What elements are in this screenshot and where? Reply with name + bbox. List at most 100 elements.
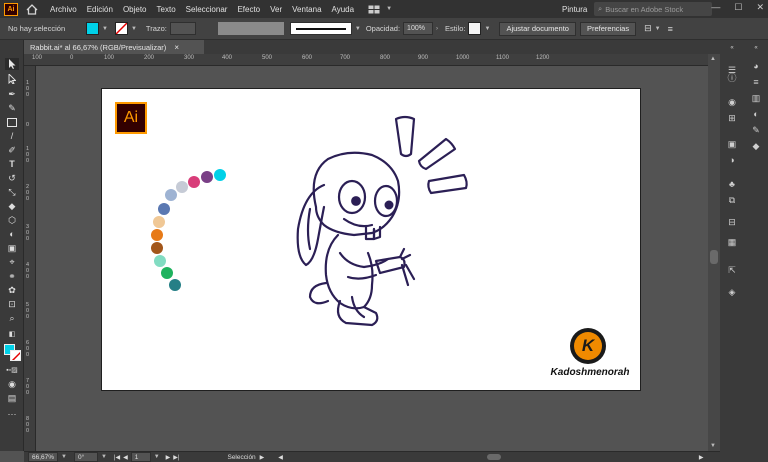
type-tool-icon[interactable]: T: [5, 158, 19, 170]
panel-menu-icon[interactable]: ≡: [668, 24, 673, 34]
zoom-tool-icon[interactable]: ⌕: [5, 312, 19, 324]
transform-icon[interactable]: ⊞: [726, 112, 738, 124]
close-tab-icon[interactable]: ×: [174, 43, 179, 52]
chevron-down-icon[interactable]: ▼: [61, 454, 67, 460]
menu-item-archivo[interactable]: Archivo: [50, 5, 77, 14]
graphic-styles-icon[interactable]: ◆: [750, 140, 762, 152]
default-colors-icon[interactable]: ◧: [5, 328, 19, 340]
chevron-down-icon[interactable]: ▼: [154, 454, 160, 460]
chevron-right-icon[interactable]: ›: [436, 26, 438, 32]
graphic-style-swatch[interactable]: [468, 22, 482, 35]
artboard-number-field[interactable]: 1: [130, 452, 151, 462]
menu-item-ayuda[interactable]: Ayuda: [332, 5, 355, 14]
vertical-scrollbar[interactable]: ▲ ▼: [708, 54, 720, 451]
chevron-down-icon[interactable]: ▼: [655, 26, 661, 32]
rotation-field[interactable]: 0°: [73, 452, 98, 462]
menu-item-efecto[interactable]: Efecto: [237, 5, 260, 14]
direct-selection-tool-icon[interactable]: [5, 73, 19, 85]
scroll-down-icon[interactable]: ▼: [710, 443, 716, 449]
color-mode-icons[interactable]: ▪▫▨: [5, 364, 19, 376]
scale-tool-icon[interactable]: ⤡: [5, 186, 19, 198]
blend-tool-icon[interactable]: ⚭: [5, 270, 19, 282]
export-icon[interactable]: ⇱: [726, 264, 738, 276]
pathfinder-icon[interactable]: ⧉: [726, 194, 738, 206]
layers-icon[interactable]: ◈: [726, 286, 738, 298]
curvature-tool-icon[interactable]: ✎: [5, 102, 19, 114]
selection-tool-icon[interactable]: [5, 58, 19, 70]
stroke-weight-input[interactable]: [169, 22, 196, 35]
color-guide-icon[interactable]: ◉: [726, 96, 738, 108]
symbols-icon[interactable]: ♣: [726, 178, 738, 190]
eyedropper-tool-icon[interactable]: ⌖: [5, 256, 19, 268]
screen-mode-icon[interactable]: ▤: [5, 392, 19, 404]
preferences-button[interactable]: Preferencias: [579, 21, 637, 36]
align-icon[interactable]: ⊟: [644, 23, 652, 34]
rotate-tool-icon[interactable]: ↺: [5, 172, 19, 184]
eraser-tool-icon[interactable]: ◆: [5, 200, 19, 212]
align-panel-icon[interactable]: ⊟: [726, 216, 738, 228]
appearance-icon[interactable]: ◑: [726, 154, 738, 166]
arrange-documents-button[interactable]: ▼: [368, 5, 395, 14]
scroll-right-icon[interactable]: ▶: [699, 454, 704, 461]
gradient-tool-icon[interactable]: ▣: [5, 242, 19, 254]
variable-width-profile[interactable]: [217, 22, 284, 35]
brush-definition[interactable]: [289, 22, 352, 35]
libraries-icon[interactable]: ▣: [726, 138, 738, 150]
info-icon[interactable]: ⓘ: [726, 71, 738, 83]
menu-item-ver[interactable]: Ver: [270, 5, 282, 14]
home-icon[interactable]: [24, 2, 40, 16]
chevron-down-icon[interactable]: ▼: [102, 26, 108, 32]
menu-item-seleccionar[interactable]: Seleccionar: [186, 5, 228, 14]
rectangle-tool-icon[interactable]: [5, 116, 19, 128]
maximize-icon[interactable]: ☐: [734, 2, 742, 13]
collapse-panels-icon[interactable]: «: [750, 42, 762, 54]
scroll-left-icon[interactable]: ◀: [278, 454, 283, 461]
stock-search[interactable]: ⌕ Buscar en Adobe Stock: [594, 2, 712, 16]
zoom-level-field[interactable]: 66,67%: [28, 452, 58, 462]
horizontal-scrollbar-thumb[interactable]: [486, 454, 501, 460]
chevron-down-icon[interactable]: ▼: [131, 26, 137, 32]
status-menu-icon[interactable]: ▶: [260, 454, 265, 461]
shaper-tool-icon[interactable]: ✐: [5, 144, 19, 156]
shape-builder-tool-icon[interactable]: ◐: [5, 228, 19, 240]
chevron-down-icon[interactable]: ▼: [484, 26, 490, 32]
swatches-icon[interactable]: ▦: [726, 236, 738, 248]
stroke-color-box[interactable]: [10, 350, 21, 361]
opacity-input[interactable]: 100%: [403, 22, 434, 35]
last-artboard-icon[interactable]: ▶|: [173, 454, 179, 461]
symbol-sprayer-tool-icon[interactable]: ✿: [5, 284, 19, 296]
menu-item-objeto[interactable]: Objeto: [123, 5, 147, 14]
more-tools-icon[interactable]: ···: [5, 408, 19, 420]
fill-color-swatch[interactable]: [86, 22, 99, 35]
brushes-icon[interactable]: ✎: [750, 124, 762, 136]
document-tab[interactable]: Rabbit.ai* al 66,67% (RGB/Previsualizar)…: [24, 40, 204, 54]
draw-mode-icon[interactable]: ◉: [5, 378, 19, 390]
stroke-none-swatch[interactable]: [114, 22, 128, 35]
chevron-down-icon[interactable]: ▼: [355, 26, 361, 32]
opacity-label: Opacidad:: [365, 24, 401, 33]
menu-item-ventana[interactable]: Ventana: [292, 5, 321, 14]
menu-item-edicion[interactable]: Edición: [87, 5, 113, 14]
document-setup-button[interactable]: Ajustar documento: [499, 21, 576, 36]
scroll-up-icon[interactable]: ▲: [710, 56, 716, 62]
artboard-tool-icon[interactable]: ⊡: [5, 298, 19, 310]
scrollbar-thumb[interactable]: [710, 250, 718, 264]
warp-tool-icon[interactable]: ⬡: [5, 214, 19, 226]
horizontal-scrollbar-track[interactable]: [287, 453, 697, 461]
menu-item-texto[interactable]: Texto: [157, 5, 176, 14]
collapse-panels-icon[interactable]: «: [726, 42, 738, 54]
next-artboard-icon[interactable]: ▶: [166, 454, 171, 461]
minimize-icon[interactable]: —: [711, 2, 720, 13]
chevron-down-icon[interactable]: ▼: [101, 454, 107, 460]
color-icon[interactable]: ◕: [750, 60, 762, 72]
pen-tool-icon[interactable]: ✒: [5, 88, 19, 100]
close-icon[interactable]: ✕: [756, 2, 764, 13]
first-artboard-icon[interactable]: |◀: [114, 454, 120, 461]
artboard[interactable]: Ai K Kadoshmenorah: [101, 88, 641, 391]
previous-artboard-icon[interactable]: ◀: [123, 454, 128, 461]
stroke-panel-icon[interactable]: ≡: [750, 76, 762, 88]
paintbrush-tool-icon[interactable]: /: [5, 130, 19, 142]
transparency-icon[interactable]: ◐: [750, 108, 762, 120]
menu-bar: Ai Archivo Edición Objeto Texto Seleccio…: [0, 0, 768, 18]
gradient-panel-icon[interactable]: ▥: [750, 92, 762, 104]
